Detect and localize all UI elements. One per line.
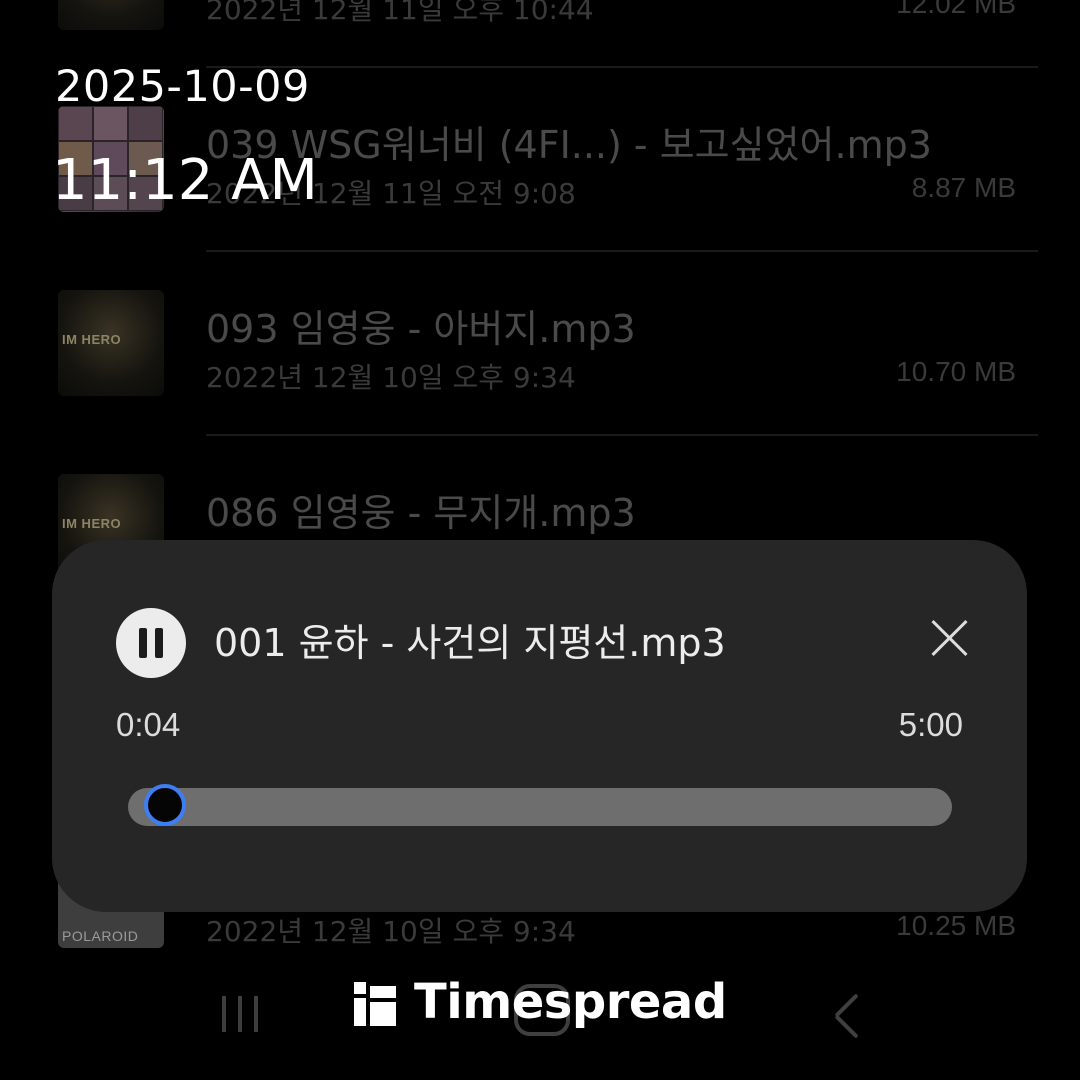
overlay-date: 2025-10-09 (55, 62, 310, 112)
mini-player: 001 윤하 - 사건의 지평선.mp3 0:04 5:00 (52, 540, 1027, 912)
track-title: 001 윤하 - 사건의 지평선.mp3 (214, 621, 726, 665)
file-date: 2022년 12월 11일 오후 10:44 (206, 0, 594, 26)
back-button[interactable] (830, 994, 870, 1038)
pause-button[interactable] (116, 608, 186, 678)
overlay-time: 11:12 AM (52, 148, 318, 213)
album-art-text: IM HERO (62, 516, 122, 531)
seek-thumb[interactable] (144, 784, 186, 826)
seek-bar[interactable] (128, 788, 952, 826)
file-name: 086 임영웅 - 무지개.mp3 (206, 491, 636, 535)
divider (206, 250, 1038, 252)
file-date: 2022년 12월 10일 오후 9:34 (206, 361, 576, 394)
current-time: 0:04 (116, 706, 181, 743)
total-time: 5:00 (898, 706, 963, 743)
divider (206, 66, 1038, 68)
close-button[interactable] (930, 616, 970, 656)
file-date: 2022년 12월 10일 오후 9:34 (206, 915, 576, 948)
timespread-logo-icon (354, 982, 398, 1026)
album-art-thumb: IM HERO (58, 0, 164, 30)
file-size: 10.25 MB (896, 910, 1016, 941)
album-art-thumb: IM HERO (58, 290, 164, 396)
album-art-text: POLAROID (62, 928, 139, 944)
watermark-text: Timespread (414, 974, 727, 1030)
file-name: 093 임영웅 - 아버지.mp3 (206, 307, 636, 351)
divider (206, 434, 1038, 436)
file-size: 8.87 MB (911, 172, 1016, 203)
album-art-text: IM HERO (62, 332, 122, 347)
file-size: 12.02 MB (896, 0, 1016, 19)
recents-button[interactable] (222, 994, 262, 1034)
file-size: 10.70 MB (896, 356, 1016, 387)
screen: IM HERO 2022년 12월 11일 오후 10:44 12.02 MB … (0, 0, 1080, 1080)
